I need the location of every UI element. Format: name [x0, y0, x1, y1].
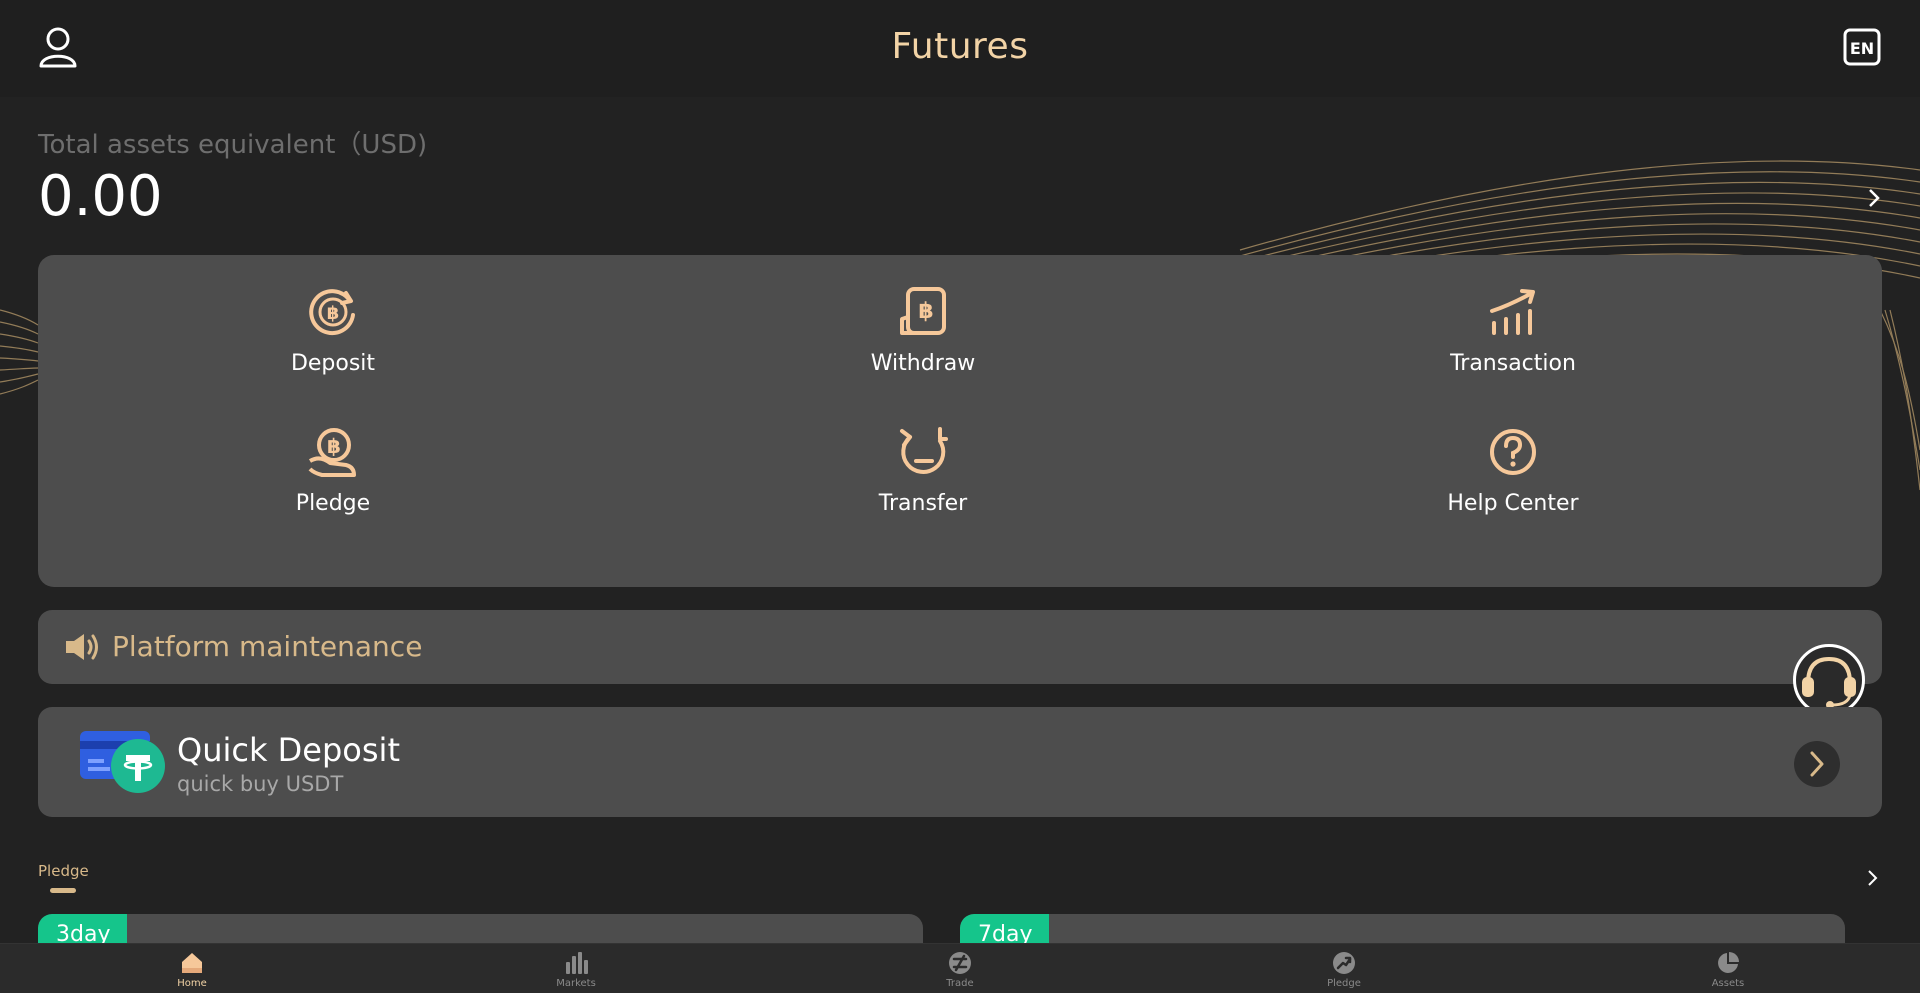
menu-label-pledge: Pledge: [295, 491, 371, 516]
pledge-section-title[interactable]: Pledge: [38, 862, 89, 880]
svg-text:฿: ฿: [918, 299, 933, 324]
home-icon: [182, 953, 202, 973]
quick-deposit-card[interactable]: Quick Deposit quick buy USDT: [38, 707, 1882, 817]
menu-label-transaction: Transaction: [1450, 351, 1576, 376]
trade-icon: [949, 952, 971, 974]
menu-help-center[interactable]: Help Center: [1383, 425, 1643, 516]
tab-label-markets: Markets: [556, 978, 596, 989]
total-assets-value: 0.00: [38, 164, 163, 229]
menu-label-help-center: Help Center: [1447, 491, 1579, 516]
trend-up-icon: [1333, 952, 1355, 974]
page-title: Futures: [891, 26, 1029, 67]
card-tether-icon: [80, 731, 165, 793]
tab-label-trade: Trade: [946, 978, 974, 989]
menu-pledge[interactable]: ฿ Pledge: [203, 425, 463, 516]
bitcoin-receipt-icon: ฿: [900, 287, 946, 335]
menu-transaction[interactable]: Transaction: [1383, 285, 1643, 376]
bar-chart-icon: [566, 952, 588, 974]
question-icon: [1490, 429, 1536, 475]
chart-up-icon: [1490, 289, 1535, 335]
menu-withdraw[interactable]: ฿ Withdraw: [793, 285, 1053, 376]
tab-pledge[interactable]: Pledge: [1304, 950, 1384, 989]
tab-markets[interactable]: Markets: [536, 950, 616, 989]
menu-transfer[interactable]: Transfer: [793, 425, 1053, 516]
bottom-tab-bar: Home Markets Trade Pledge Assets: [0, 943, 1920, 993]
pledge-tab-indicator: [50, 888, 76, 893]
notice-text: Platform maintenance: [112, 630, 423, 663]
menu-label-transfer: Transfer: [878, 491, 968, 516]
quick-menu-card: ฿ Deposit ฿ Withdraw Transaction ฿ Pledg…: [38, 255, 1882, 587]
tab-home[interactable]: Home: [152, 950, 232, 989]
headset-icon: [1802, 656, 1856, 709]
speaker-icon: [66, 634, 98, 660]
tab-label-home: Home: [177, 978, 207, 989]
quick-deposit-arrow-button[interactable]: [1794, 741, 1840, 787]
bitcoin-hand-icon: ฿: [308, 428, 356, 477]
language-switch-button[interactable]: EN: [1843, 28, 1881, 66]
notice-bar[interactable]: Platform maintenance: [38, 610, 1882, 684]
chevron-right-icon[interactable]: [1866, 868, 1880, 888]
total-assets-label: Total assets equivalent（USD): [38, 130, 428, 160]
chevron-right-icon[interactable]: [1866, 186, 1882, 210]
bitcoin-refresh-icon: ฿: [309, 289, 355, 336]
transfer-clock-icon: [900, 427, 948, 474]
quick-deposit-title: Quick Deposit: [177, 731, 400, 769]
tab-assets[interactable]: Assets: [1688, 950, 1768, 989]
quick-deposit-subtitle: quick buy USDT: [177, 772, 344, 796]
svg-text:฿: ฿: [327, 434, 341, 458]
tab-label-assets: Assets: [1711, 978, 1745, 989]
menu-label-deposit: Deposit: [290, 351, 376, 376]
chevron-right-icon: [1810, 751, 1824, 777]
menu-deposit[interactable]: ฿ Deposit: [203, 285, 463, 376]
top-header: Futures EN: [0, 0, 1920, 97]
customer-support-button[interactable]: [1793, 644, 1865, 716]
menu-label-withdraw: Withdraw: [870, 351, 976, 376]
tab-label-pledge: Pledge: [1327, 978, 1361, 989]
pie-chart-icon: [1718, 952, 1739, 973]
svg-text:฿: ฿: [327, 303, 340, 324]
language-label: EN: [1850, 39, 1874, 58]
tab-trade[interactable]: Trade: [920, 950, 1000, 989]
